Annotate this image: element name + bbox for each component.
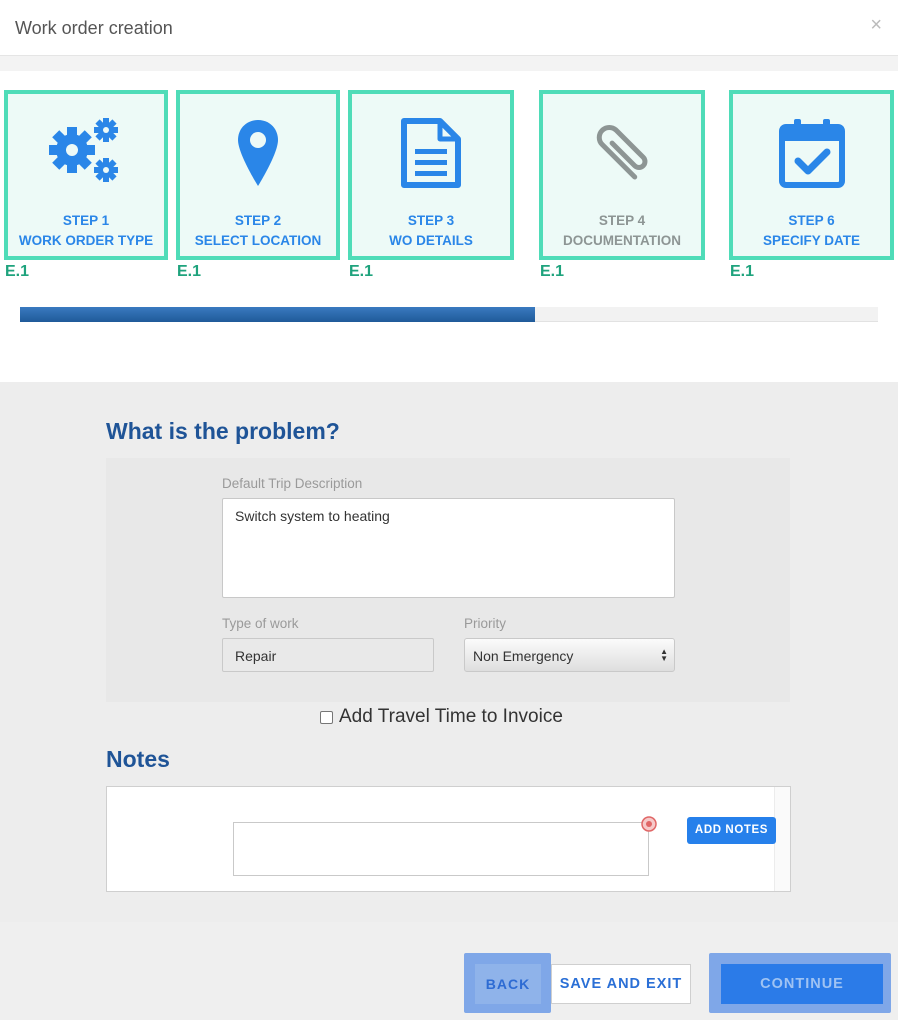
step-code: E.1 (177, 263, 202, 280)
modal-header: Work order creation × (0, 0, 898, 56)
description-label: Default Trip Description (222, 476, 363, 491)
modal-title: Work order creation (15, 18, 173, 38)
step-wo-details[interactable]: STEP 3 WO DETAILS (348, 90, 514, 260)
step-code: E.1 (349, 263, 374, 280)
step-work-order-type[interactable]: STEP 1 WORK ORDER TYPE (4, 90, 168, 260)
step-code: E.1 (540, 263, 565, 280)
step-name: WO DETAILS (389, 233, 473, 248)
step-name: SELECT LOCATION (194, 233, 322, 248)
step-name: SPECIFY DATE (762, 233, 861, 248)
step-number: STEP 4 (598, 213, 646, 228)
priority-select[interactable]: Non Emergency ▲ ▼ (464, 638, 675, 672)
priority-label: Priority (464, 616, 507, 631)
travel-time-option[interactable]: Add Travel Time to Invoice (320, 706, 563, 728)
back-button[interactable]: BACK (475, 964, 541, 1004)
type-of-work-label: Type of work (222, 616, 299, 631)
problem-heading: What is the problem? (106, 418, 340, 444)
step-number: STEP 6 (788, 213, 835, 228)
map-pin-icon (180, 114, 336, 192)
clear-icon[interactable] (641, 816, 657, 832)
trip-description-textarea[interactable]: Switch system to heating (222, 498, 675, 598)
document-icon (352, 114, 510, 192)
progress-bar (20, 307, 878, 322)
step-number: STEP 3 (407, 213, 455, 228)
step-specify-date[interactable]: STEP 6 SPECIFY DATE (729, 90, 894, 260)
select-arrows-icon: ▲ ▼ (660, 647, 668, 663)
step-code: E.1 (730, 263, 755, 280)
type-of-work-field: Repair (222, 638, 434, 672)
notes-input[interactable] (233, 822, 649, 876)
step-name: DOCUMENTATION (563, 233, 681, 248)
step-number: STEP 2 (234, 213, 282, 228)
step-number: STEP 1 (62, 213, 110, 228)
step-select-location[interactable]: STEP 2 SELECT LOCATION (176, 90, 340, 260)
add-notes-button[interactable]: ADD NOTES (687, 817, 776, 844)
notes-heading: Notes (106, 746, 170, 772)
save-and-exit-button[interactable]: SAVE AND EXIT (551, 964, 691, 1004)
priority-selected-value: Non Emergency (473, 648, 574, 664)
step-documentation[interactable]: STEP 4 DOCUMENTATION (539, 90, 705, 260)
notes-scrollbar[interactable] (774, 787, 790, 891)
travel-time-label[interactable]: Add Travel Time to Invoice (339, 706, 563, 728)
travel-time-checkbox[interactable] (320, 710, 333, 724)
continue-button[interactable]: CONTINUE (721, 964, 883, 1004)
progress-fill (20, 307, 535, 322)
close-icon[interactable]: × (870, 14, 882, 37)
gears-icon (8, 114, 164, 192)
calendar-check-icon (733, 114, 890, 192)
header-divider-band (0, 56, 898, 71)
step-code: E.1 (5, 263, 30, 280)
paperclip-icon (543, 114, 701, 192)
step-name: WORK ORDER TYPE (18, 233, 154, 248)
